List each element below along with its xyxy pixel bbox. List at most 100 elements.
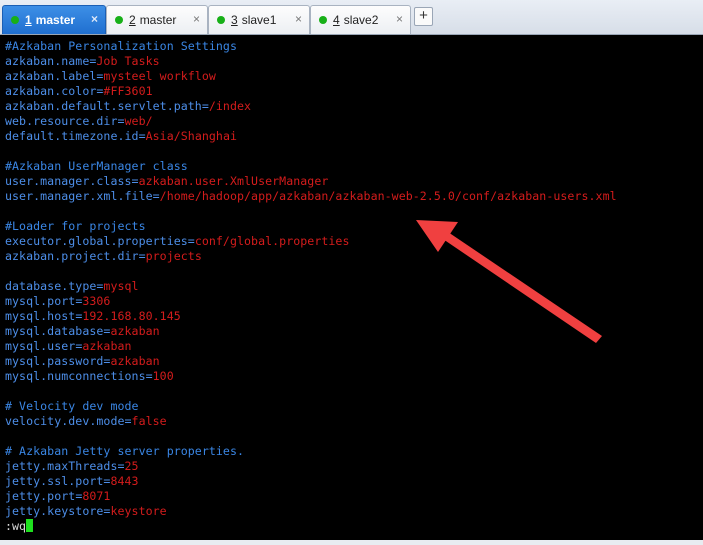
config-value: Job Tasks	[96, 54, 160, 68]
config-line: user.manager.xml.file=/home/hadoop/app/a…	[5, 189, 617, 204]
config-value: azkaban.user.XmlUserManager	[138, 174, 329, 188]
equals-sign: =	[201, 99, 209, 113]
config-comment: #Azkaban Personalization Settings	[5, 39, 237, 54]
config-comment: #Loader for projects	[5, 219, 146, 234]
config-key: azkaban.label	[5, 69, 97, 83]
add-tab-button[interactable]: +	[414, 7, 433, 26]
equals-sign: =	[145, 369, 153, 383]
connected-status-icon	[217, 16, 225, 24]
config-line: database.type=mysql	[5, 279, 139, 294]
vim-command-line[interactable]: :wq	[5, 519, 34, 534]
terminal-output[interactable]: #Azkaban Personalization Settings azkaban…	[0, 35, 703, 540]
config-line: jetty.keystore=keystore	[5, 504, 167, 519]
config-line: jetty.ssl.port=8443	[5, 474, 139, 489]
config-line: velocity.dev.mode=false	[5, 414, 167, 429]
config-line: jetty.port=8071	[5, 489, 110, 504]
tab-1-master[interactable]: 1 master ×	[2, 5, 106, 34]
close-icon[interactable]: ×	[396, 13, 403, 25]
config-value: azkaban	[110, 324, 160, 338]
tab-label: master	[139, 13, 177, 27]
config-key: jetty.maxThreads	[5, 459, 118, 473]
config-comment: # Velocity dev mode	[5, 399, 139, 414]
config-line: azkaban.project.dir=projects	[5, 249, 202, 264]
close-icon[interactable]: ×	[193, 13, 200, 25]
equals-sign: =	[124, 414, 132, 428]
config-key: jetty.keystore	[5, 504, 104, 518]
connected-status-icon	[319, 16, 327, 24]
equals-sign: =	[138, 129, 146, 143]
config-line: mysql.port=3306	[5, 294, 110, 309]
config-value: azkaban	[82, 339, 132, 353]
config-line: azkaban.color=#FF3601	[5, 84, 153, 99]
equals-sign: =	[138, 249, 146, 263]
config-value: 8071	[82, 489, 111, 503]
config-value: /home/hadoop/app/azkaban/azkaban-web-2.5…	[159, 189, 617, 203]
close-icon[interactable]: ×	[91, 13, 98, 25]
config-value: mysql	[103, 279, 139, 293]
comment-text: #Loader for projects	[5, 219, 146, 233]
config-key: executor.global.properties	[5, 234, 188, 248]
config-line: mysql.password=azkaban	[5, 354, 160, 369]
connected-status-icon	[115, 16, 123, 24]
comment-text: #Azkaban UserManager class	[5, 159, 188, 173]
tab-bar: 1 master × 2 master × 3 slave1 × 4 slave…	[0, 0, 703, 35]
config-value: Asia/Shanghai	[145, 129, 237, 143]
config-line: mysql.database=azkaban	[5, 324, 160, 339]
tab-label: slave2	[343, 13, 379, 27]
config-value: 3306	[82, 294, 111, 308]
config-key: mysql.host	[5, 309, 76, 323]
config-key: database.type	[5, 279, 97, 293]
connected-status-icon	[11, 16, 19, 24]
config-line: azkaban.default.servlet.path=/index	[5, 99, 251, 114]
config-line: executor.global.properties=conf/global.p…	[5, 234, 349, 249]
config-key: velocity.dev.mode	[5, 414, 125, 428]
equals-sign: =	[117, 459, 125, 473]
config-comment: # Azkaban Jetty server properties.	[5, 444, 244, 459]
config-line: default.timezone.id=Asia/Shanghai	[5, 129, 237, 144]
config-value: azkaban	[110, 354, 160, 368]
config-key: mysql.numconnections	[5, 369, 146, 383]
config-value: /index	[208, 99, 252, 113]
tab-label: master	[35, 13, 76, 27]
tab-number: 2	[129, 13, 136, 27]
config-key: azkaban.name	[5, 54, 90, 68]
equals-sign: =	[187, 234, 195, 248]
tab-4-slave2[interactable]: 4 slave2 ×	[310, 5, 411, 34]
config-line: mysql.host=192.168.80.145	[5, 309, 181, 324]
status-bar-edge	[0, 540, 703, 545]
config-value: projects	[145, 249, 202, 263]
equals-sign: =	[152, 189, 160, 203]
equals-sign: =	[131, 174, 139, 188]
config-line: mysql.numconnections=100	[5, 369, 174, 384]
comment-text: #Azkaban Personalization Settings	[5, 39, 237, 53]
config-key: azkaban.default.servlet.path	[5, 99, 202, 113]
config-key: web.resource.dir	[5, 114, 118, 128]
config-line: web.resource.dir=web/	[5, 114, 153, 129]
config-value: false	[131, 414, 167, 428]
config-key: mysql.password	[5, 354, 104, 368]
config-value: conf/global.properties	[194, 234, 350, 248]
config-value: keystore	[110, 504, 167, 518]
config-value: 100	[152, 369, 174, 383]
config-key: mysql.database	[5, 324, 104, 338]
config-value: 192.168.80.145	[82, 309, 181, 323]
config-comment: #Azkaban UserManager class	[5, 159, 188, 174]
config-key: mysql.user	[5, 339, 76, 353]
equals-sign: =	[117, 114, 125, 128]
config-line: user.manager.class=azkaban.user.XmlUserM…	[5, 174, 328, 189]
tab-2-master[interactable]: 2 master ×	[106, 5, 208, 34]
config-value: web/	[124, 114, 153, 128]
config-line: jetty.maxThreads=25	[5, 459, 139, 474]
tab-3-slave1[interactable]: 3 slave1 ×	[208, 5, 310, 34]
config-value: 8443	[110, 474, 139, 488]
cursor-block	[26, 519, 34, 532]
close-icon[interactable]: ×	[295, 13, 302, 25]
config-key: jetty.port	[5, 489, 76, 503]
tab-number: 1	[25, 13, 32, 27]
config-line: mysql.user=azkaban	[5, 339, 132, 354]
config-value: mysteel workflow	[103, 69, 216, 83]
config-value: 25	[124, 459, 139, 473]
tab-label: slave1	[241, 13, 277, 27]
vim-command-text: :wq	[5, 519, 27, 533]
config-key: mysql.port	[5, 294, 76, 308]
